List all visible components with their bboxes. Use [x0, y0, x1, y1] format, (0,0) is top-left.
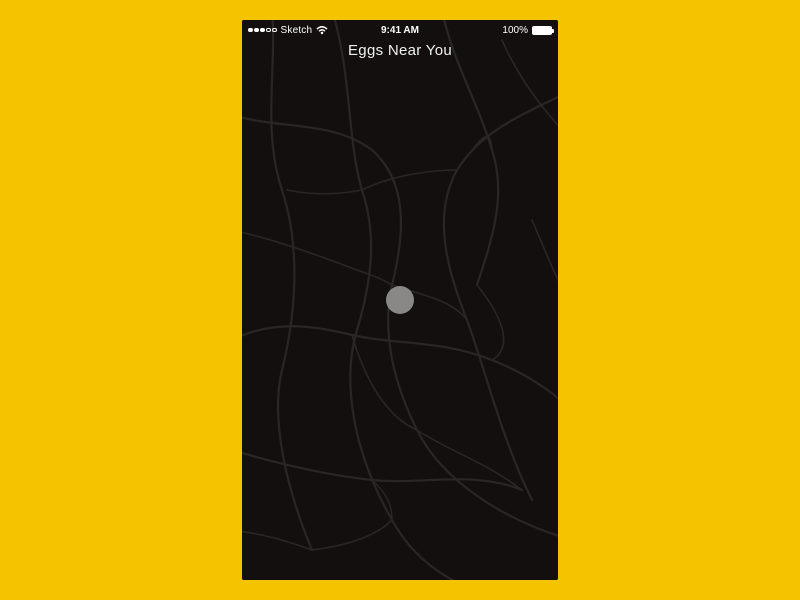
battery-icon [532, 26, 552, 35]
signal-strength-icon [248, 28, 277, 33]
battery-percentage: 100% [502, 25, 528, 36]
phone-screen: Sketch 9:41 AM 100% Eggs Near You [242, 20, 558, 580]
status-right: 100% [502, 25, 552, 36]
status-left: Sketch [248, 25, 328, 36]
wifi-icon [316, 26, 328, 35]
carrier-label: Sketch [281, 25, 313, 36]
current-location-marker[interactable] [386, 286, 414, 314]
page-title: Eggs Near You [242, 42, 558, 59]
status-bar: Sketch 9:41 AM 100% [242, 20, 558, 40]
